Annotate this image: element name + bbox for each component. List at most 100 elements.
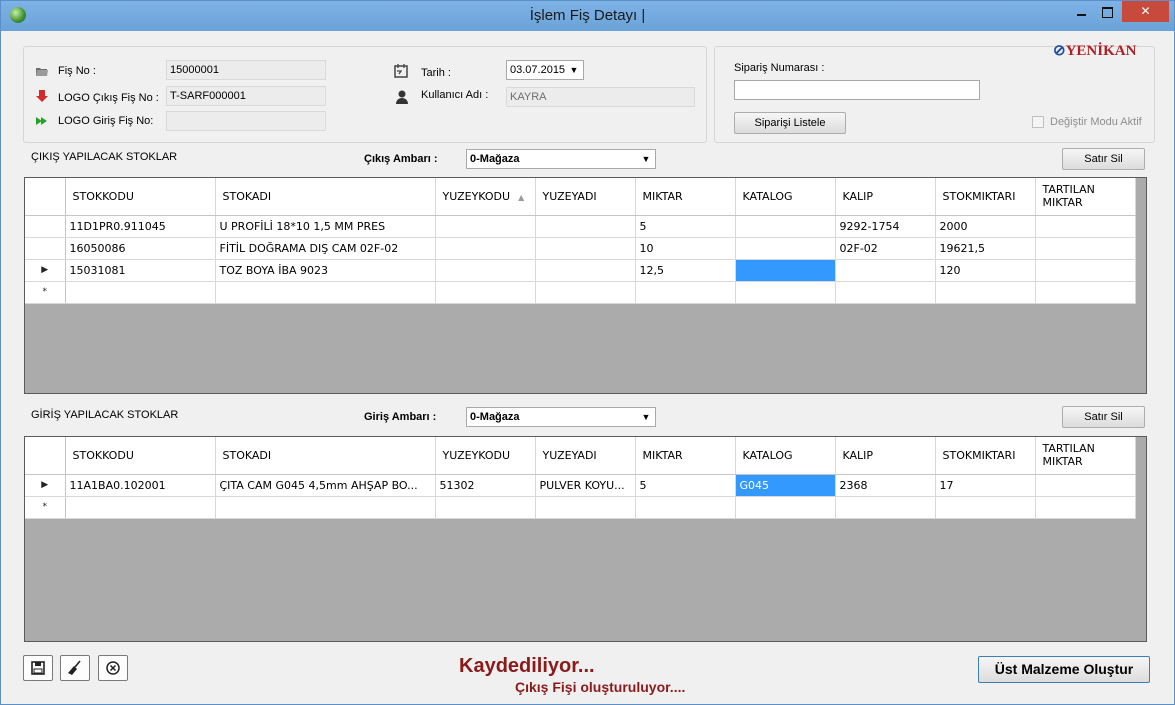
giris-ambar-select[interactable]: 0-Mağaza ▼ bbox=[466, 407, 656, 427]
minimize-button[interactable] bbox=[1068, 1, 1094, 22]
current-row-indicator-icon[interactable]: ▶ bbox=[25, 259, 66, 282]
column-header[interactable]: STOKADI bbox=[215, 437, 436, 475]
new-row-asterisk-icon[interactable]: * bbox=[25, 496, 66, 519]
table-cell[interactable] bbox=[735, 496, 836, 519]
row-header[interactable] bbox=[25, 237, 66, 260]
ust-malzeme-olustur-button[interactable]: Üst Malzeme Oluştur bbox=[978, 656, 1150, 683]
table-cell[interactable]: FİTİL DOĞRAMA DIŞ CAM 02F-02 bbox=[215, 237, 436, 260]
table-cell[interactable]: PULVER KOYU... bbox=[535, 474, 636, 497]
table-cell[interactable]: 17 bbox=[935, 474, 1036, 497]
table-cell[interactable] bbox=[835, 259, 936, 282]
table-cell[interactable] bbox=[215, 496, 436, 519]
table-cell[interactable]: 120 bbox=[935, 259, 1036, 282]
table-cell[interactable]: 19621,5 bbox=[935, 237, 1036, 260]
table-cell[interactable] bbox=[535, 215, 636, 238]
table-cell[interactable] bbox=[535, 237, 636, 260]
table-cell[interactable]: 12,5 bbox=[635, 259, 736, 282]
table-cell[interactable]: 5 bbox=[635, 215, 736, 238]
selected-cell[interactable]: G045 bbox=[735, 474, 836, 497]
column-header[interactable]: YUZEYADI bbox=[535, 178, 636, 216]
giris-satir-sil-button[interactable]: Satır Sil bbox=[1062, 406, 1145, 428]
table-cell[interactable] bbox=[1035, 237, 1136, 260]
table-cell[interactable] bbox=[535, 281, 636, 304]
column-header[interactable]: KATALOG bbox=[735, 437, 836, 475]
column-header[interactable]: STOKKODU bbox=[65, 178, 216, 216]
column-header[interactable]: MIKTAR bbox=[635, 437, 736, 475]
new-row[interactable]: * bbox=[25, 496, 1136, 519]
table-cell[interactable] bbox=[1035, 496, 1136, 519]
column-header[interactable]: YUZEYADI bbox=[535, 437, 636, 475]
table-cell[interactable] bbox=[435, 215, 536, 238]
kullanici-field[interactable]: KAYRA bbox=[506, 87, 695, 107]
table-cell[interactable] bbox=[1035, 259, 1136, 282]
current-row-indicator-icon[interactable]: ▶ bbox=[25, 474, 66, 497]
cikis-grid[interactable]: STOKKODU STOKADI YUZEYKODU ▲ YUZEYADI MIK… bbox=[24, 177, 1147, 394]
column-header[interactable]: STOKADI bbox=[215, 178, 436, 216]
table-cell[interactable]: 2000 bbox=[935, 215, 1036, 238]
cancel-button[interactable] bbox=[98, 655, 128, 681]
table-cell[interactable] bbox=[215, 281, 436, 304]
table-cell[interactable] bbox=[435, 237, 536, 260]
cikis-satir-sil-button[interactable]: Satır Sil bbox=[1062, 148, 1145, 170]
tarih-picker[interactable]: 03.07.2015 ▼ bbox=[506, 60, 584, 80]
save-button[interactable] bbox=[23, 655, 53, 681]
table-cell[interactable]: 2368 bbox=[835, 474, 936, 497]
table-cell[interactable] bbox=[735, 215, 836, 238]
column-header[interactable]: STOKMIKTARI bbox=[935, 178, 1036, 216]
table-cell[interactable]: 11D1PR0.911045 bbox=[65, 215, 216, 238]
table-cell[interactable]: 51302 bbox=[435, 474, 536, 497]
new-row[interactable]: * bbox=[25, 281, 1136, 304]
logo-giris-field[interactable] bbox=[166, 111, 326, 131]
table-cell[interactable] bbox=[735, 281, 836, 304]
row-header[interactable] bbox=[25, 215, 66, 238]
table-cell[interactable]: 15031081 bbox=[65, 259, 216, 282]
table-row[interactable]: 11D1PR0.911045 U PROFİLİ 18*10 1,5 MM PR… bbox=[25, 215, 1136, 238]
column-header[interactable]: TARTILAN MIKTAR bbox=[1035, 178, 1136, 216]
maximize-button[interactable] bbox=[1094, 1, 1120, 22]
table-cell[interactable] bbox=[835, 281, 936, 304]
table-row[interactable]: 16050086 FİTİL DOĞRAMA DIŞ CAM 02F-02 10… bbox=[25, 237, 1136, 260]
table-cell[interactable]: 11A1BA0.102001 bbox=[65, 474, 216, 497]
table-cell[interactable] bbox=[65, 281, 216, 304]
column-header[interactable]: YUZEYKODU ▲ bbox=[435, 178, 536, 216]
table-cell[interactable]: 5 bbox=[635, 474, 736, 497]
column-header[interactable]: KALIP bbox=[835, 178, 936, 216]
close-button[interactable]: ✕ bbox=[1122, 1, 1169, 22]
fis-no-field[interactable]: 15000001 bbox=[166, 60, 326, 80]
table-row[interactable]: ▶ 15031081 TOZ BOYA İBA 9023 12,5 120 bbox=[25, 259, 1136, 282]
table-cell[interactable] bbox=[835, 496, 936, 519]
selected-cell[interactable] bbox=[735, 259, 836, 282]
siparis-listele-button[interactable]: Siparişi Listele bbox=[734, 112, 846, 134]
table-cell[interactable] bbox=[1035, 281, 1136, 304]
siparis-input[interactable] bbox=[734, 80, 980, 100]
column-header[interactable]: KATALOG bbox=[735, 178, 836, 216]
column-header[interactable]: STOKMIKTARI bbox=[935, 437, 1036, 475]
table-cell[interactable] bbox=[435, 496, 536, 519]
table-cell[interactable] bbox=[735, 237, 836, 260]
table-cell[interactable] bbox=[535, 496, 636, 519]
table-cell[interactable] bbox=[435, 281, 536, 304]
column-header[interactable]: MIKTAR bbox=[635, 178, 736, 216]
table-cell[interactable]: 16050086 bbox=[65, 237, 216, 260]
column-header[interactable]: TARTILAN MIKTAR bbox=[1035, 437, 1136, 475]
new-row-asterisk-icon[interactable]: * bbox=[25, 281, 66, 304]
table-cell[interactable] bbox=[935, 496, 1036, 519]
logo-cikis-field[interactable]: T-SARF000001 bbox=[166, 86, 326, 106]
table-cell[interactable]: 10 bbox=[635, 237, 736, 260]
table-cell[interactable] bbox=[1035, 215, 1136, 238]
table-cell[interactable] bbox=[535, 259, 636, 282]
table-cell[interactable] bbox=[935, 281, 1036, 304]
table-cell[interactable]: U PROFİLİ 18*10 1,5 MM PRES bbox=[215, 215, 436, 238]
table-cell[interactable]: 02F-02 bbox=[835, 237, 936, 260]
giris-grid[interactable]: STOKKODU STOKADI YUZEYKODU YUZEYADI MIKT… bbox=[24, 436, 1147, 642]
edit-mode-checkbox[interactable] bbox=[1032, 116, 1044, 128]
column-header[interactable]: KALIP bbox=[835, 437, 936, 475]
table-cell[interactable] bbox=[435, 259, 536, 282]
column-header[interactable]: STOKKODU bbox=[65, 437, 216, 475]
title-bar[interactable]: İşlem Fiş Detayı | ✕ bbox=[1, 1, 1174, 31]
table-cell[interactable]: ÇITA CAM G045 4,5mm AHŞAP BO... bbox=[215, 474, 436, 497]
table-cell[interactable] bbox=[635, 281, 736, 304]
clear-button[interactable] bbox=[60, 655, 90, 681]
table-cell[interactable] bbox=[1035, 474, 1136, 497]
table-cell[interactable]: 9292-1754 bbox=[835, 215, 936, 238]
